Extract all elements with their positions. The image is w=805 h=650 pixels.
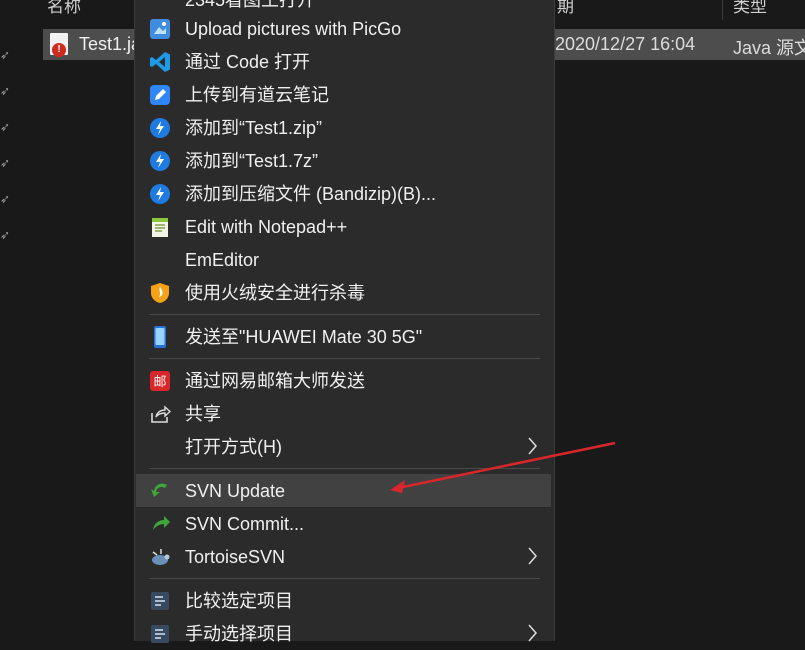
menu-separator [149,358,540,359]
menu-item-emeditor[interactable]: EmEditor [136,243,551,276]
huorong-shield-icon [151,283,169,303]
menu-item-manual-select[interactable]: 手动选择项目 [136,617,551,650]
menu-item-label: 使用火绒安全进行杀毒 [185,283,365,303]
pin-icon[interactable]: ➶ [0,49,12,61]
menu-item-picgo[interactable]: Upload pictures with PicGo [136,12,551,45]
menu-item-label: Upload pictures with PicGo [185,19,402,39]
pin-icon[interactable]: ➶ [0,157,12,169]
menu-item-notepadpp[interactable]: Edit with Notepad++ [136,210,551,243]
menu-item-label: 通过网易邮箱大师发送 [185,371,365,391]
column-header-type[interactable]: 类型 [733,0,767,17]
menu-item-label: 共享 [185,404,221,424]
menu-item-label: 添加到“Test1.7z” [185,151,319,171]
menu-item-youdao[interactable]: 上传到有道云笔记 [136,78,551,111]
menu-item-label: 打开方式(H) [185,437,282,457]
menu-item-label: EmEditor [185,250,260,270]
bandizip-icon [150,184,170,204]
menu-item-label: 2345看图王打开 [185,0,316,10]
youdao-note-icon [150,85,170,105]
menu-item-add-bandizip[interactable]: 添加到压缩文件 (Bandizip)(B)... [136,177,551,210]
menu-item-label: Edit with Notepad++ [185,217,348,237]
menu-separator [149,314,540,315]
bandizip-icon [150,118,170,138]
menu-item-huorong[interactable]: 使用火绒安全进行杀毒 [136,276,551,309]
svg-text:邮: 邮 [153,375,166,390]
file-type: Java 源文件 [733,38,805,58]
menu-item-label: 添加到“Test1.zip” [185,118,323,138]
chevron-right-icon [528,624,537,642]
pin-icon[interactable]: ➶ [0,121,12,133]
file-date: 2020/12/27 16:04 [555,34,696,54]
menu-item-send-to-phone[interactable]: 发送至"HUAWEI Mate 30 5G" [136,320,551,353]
netease-mail-icon: 邮 [150,371,170,391]
menu-item-label: 发送至"HUAWEI Mate 30 5G" [185,327,423,347]
menu-item-open-with[interactable]: 打开方式(H) [136,430,551,463]
column-header-name[interactable]: 名称 [47,0,81,17]
bandizip-icon [150,151,170,171]
compare-icon [151,592,169,610]
picgo-icon [150,19,170,39]
svn-commit-icon [153,516,170,530]
chevron-right-icon [528,547,537,565]
menu-item-svn-update[interactable]: SVN Update [136,474,551,507]
chevron-right-icon [528,437,537,455]
pin-icon[interactable]: ➶ [0,85,12,97]
menu-item-tortoisesvn[interactable]: TortoiseSVN [136,540,551,573]
menu-item-label: 添加到压缩文件 (Bandizip)(B)... [185,184,437,204]
menu-item-label: 通过 Code 打开 [185,52,311,72]
menu-item-label: 比较选定项目 [185,591,293,611]
menu-item-label: SVN Commit... [185,514,305,534]
menu-item-compare-selected[interactable]: 比较选定项目 [136,584,551,617]
phone-icon [154,326,166,348]
manual-select-icon [151,625,169,643]
menu-item-label: 手动选择项目 [185,624,293,644]
column-divider[interactable] [722,0,723,20]
menu-item-label: 上传到有道云笔记 [185,85,329,105]
menu-item-label: SVN Update [185,481,286,501]
menu-item-svn-commit[interactable]: SVN Commit... [136,507,551,540]
menu-item-add-7z[interactable]: 添加到“Test1.7z” [136,144,551,177]
menu-item-netease-mail[interactable]: 邮 通过网易邮箱大师发送 [136,364,551,397]
context-menu: 2345看图王打开 Upload pictures with PicGo 通过 … [134,0,555,644]
java-file-icon: ! [50,33,68,57]
tortoisesvn-icon [152,549,170,565]
pin-icon[interactable]: ➶ [0,229,12,241]
menu-item-add-zip[interactable]: 添加到“Test1.zip” [136,111,551,144]
menu-separator [149,468,540,469]
vscode-icon [150,52,170,72]
share-icon [151,405,171,423]
svn-update-icon [151,483,167,497]
menu-item-label: TortoiseSVN [185,547,286,567]
menu-item-open-with-code[interactable]: 通过 Code 打开 [136,45,551,78]
menu-separator [149,578,540,579]
notepadpp-icon [152,218,168,237]
pin-icon[interactable]: ➶ [0,193,12,205]
menu-item-share[interactable]: 共享 [136,397,551,430]
